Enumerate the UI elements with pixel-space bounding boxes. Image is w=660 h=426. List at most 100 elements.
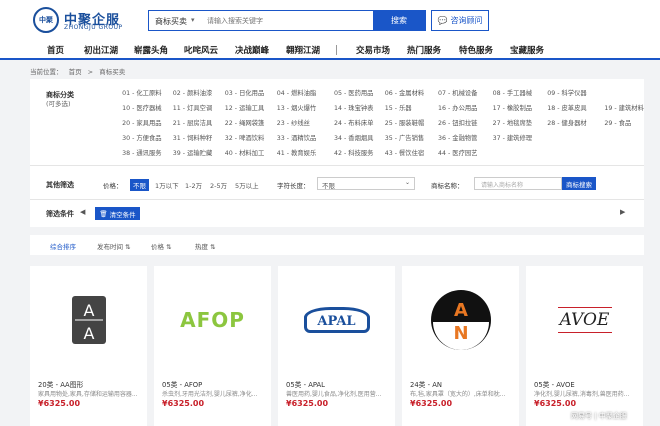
category-option[interactable]: 25 - 服装鞋帽: [385, 118, 424, 127]
breadcrumb-sep: >: [87, 68, 94, 76]
nav-item-4[interactable]: 决战巅峰: [235, 44, 269, 56]
category-option[interactable]: 41 - 教育娱乐: [277, 148, 316, 157]
category-option[interactable]: 07 - 机械设备: [438, 88, 477, 97]
product-desc: 布,毡,家具罩（宽大的）,床单和枕...: [410, 391, 506, 398]
category-option[interactable]: 43 - 餐饮住宿: [385, 148, 424, 157]
product-card[interactable]: AVOE 05类 - AVOE 净化剂,婴儿尿裤,消毒剂,兽医用药... ¥63…: [526, 266, 643, 426]
category-option[interactable]: 24 - 布料床单: [334, 118, 373, 127]
category-option[interactable]: 15 - 乐器: [385, 103, 412, 112]
category-option[interactable]: 03 - 日化用品: [225, 88, 264, 97]
category-option[interactable]: 19 - 建筑材料: [604, 103, 643, 112]
nav-item-5[interactable]: 翱翔江湖: [286, 44, 320, 56]
product-desc: 家具用物处,家具,存储和运输用容器...: [38, 391, 138, 398]
nav-item-market[interactable]: 交易市场: [356, 44, 390, 56]
category-option[interactable]: 44 - 医疗园艺: [438, 148, 477, 157]
nav-item-feature[interactable]: 特色服务: [459, 44, 493, 56]
category-option[interactable]: 17 - 橡胶制品: [493, 103, 532, 112]
price-option-any[interactable]: 不限: [130, 179, 149, 191]
category-option[interactable]: 01 - 化工原料: [122, 88, 161, 97]
sort-price[interactable]: 价格 ⇅: [151, 241, 172, 251]
category-option[interactable]: 27 - 地毯席垫: [493, 118, 532, 127]
category-option[interactable]: 26 - 钮扣拉链: [438, 118, 477, 127]
product-card[interactable]: A N 24类 - AN 布,毡,家具罩（宽大的）,床单和枕... ¥6325.…: [402, 266, 519, 426]
category-sublabel: (可多选): [46, 100, 71, 108]
product-card[interactable]: A A 20类 - AA图形 家具用物处,家具,存储和运输用容器... ¥632…: [30, 266, 147, 426]
category-option[interactable]: 16 - 办公用品: [438, 103, 477, 112]
consult-button[interactable]: 💬 咨询顾问: [431, 10, 489, 31]
product-logo-text: AFOP: [180, 308, 245, 332]
condition-label: 筛选条件: [46, 210, 74, 218]
product-card[interactable]: AFOP 05类 - AFOP 杀虫剂,牙用光洁剂,婴儿尿裤,净化... ¥63…: [154, 266, 271, 426]
price-option-3[interactable]: 2-5万: [210, 180, 227, 190]
product-desc: 兽医用药,婴儿食品,净化剂,医用营...: [286, 391, 382, 398]
category-option[interactable]: 23 - 纱线丝: [277, 118, 310, 127]
category-option[interactable]: 32 - 啤酒饮料: [225, 133, 264, 142]
sort-bar: 综合排序 发布时间 ⇅ 价格 ⇅ 热度 ⇅: [30, 235, 644, 255]
category-option[interactable]: 12 - 运输工具: [225, 103, 264, 112]
category-option[interactable]: 06 - 金属材料: [385, 88, 424, 97]
sort-default[interactable]: 综合排序: [50, 241, 76, 251]
scroll-right-icon[interactable]: ▶: [620, 208, 625, 216]
category-option[interactable]: 35 - 广告销售: [385, 133, 424, 142]
scroll-left-icon[interactable]: ◀: [80, 208, 85, 216]
product-title: 20类 - AA图形: [38, 381, 84, 389]
category-option[interactable]: 11 - 灯具空调: [173, 103, 212, 112]
category-option[interactable]: 02 - 颜料油漆: [173, 88, 212, 97]
category-option[interactable]: 40 - 材料加工: [225, 148, 264, 157]
category-option[interactable]: 14 - 珠宝钟表: [334, 103, 373, 112]
category-option[interactable]: 36 - 金融物管: [438, 133, 477, 142]
name-input[interactable]: 请输入商标名称: [474, 177, 562, 190]
nav-item-1[interactable]: 初出江湖: [84, 44, 118, 56]
sort-heat[interactable]: 热度 ⇅: [195, 241, 216, 251]
product-price: ¥6325.00: [534, 399, 577, 408]
price-option-4[interactable]: 5万以上: [235, 180, 259, 190]
category-option[interactable]: 05 - 医药用品: [334, 88, 373, 97]
search-input[interactable]: [207, 13, 367, 28]
category-option[interactable]: 29 - 食品: [604, 118, 631, 127]
category-option[interactable]: 09 - 科学仪器: [547, 88, 586, 97]
category-option[interactable]: 28 - 健身器材: [547, 118, 586, 127]
length-value: 不限: [322, 182, 335, 190]
logo-icon[interactable]: 中聚: [33, 7, 59, 33]
category-option[interactable]: 42 - 科技服务: [334, 148, 373, 157]
price-option-2[interactable]: 1-2万: [185, 180, 202, 190]
nav-item-treasure[interactable]: 宝藏服务: [510, 44, 544, 56]
category-option[interactable]: 34 - 香烟烟具: [334, 133, 373, 142]
category-option[interactable]: 20 - 家具用品: [122, 118, 161, 127]
clear-conditions-button[interactable]: 🗑 清空条件: [95, 207, 140, 220]
category-option[interactable]: 22 - 绳网袋篷: [225, 118, 264, 127]
nav-item-hot[interactable]: 热门服务: [407, 44, 441, 56]
product-logo-apal: APAL: [278, 266, 395, 374]
search-category-select[interactable]: 商标买卖: [155, 16, 187, 27]
product-title: 05类 - AFOP: [162, 381, 203, 389]
product-logo-afop: AFOP: [154, 266, 271, 374]
category-option[interactable]: 18 - 皮革皮具: [547, 103, 586, 112]
breadcrumb-prefix: 当前位置：: [30, 68, 63, 76]
svg-text:A: A: [83, 324, 94, 343]
nav-item-home[interactable]: 首页: [47, 44, 64, 56]
product-desc: 净化剂,婴儿尿裤,消毒剂,兽医用药...: [534, 391, 630, 398]
chevron-down-icon[interactable]: ▾: [191, 16, 195, 24]
name-search-button[interactable]: 商标搜索: [562, 177, 596, 190]
category-option[interactable]: 10 - 医疗器械: [122, 103, 161, 112]
price-option-1[interactable]: 1万以下: [155, 180, 179, 190]
breadcrumb-home[interactable]: 首页: [69, 68, 82, 76]
length-select[interactable]: 不限 ⌄: [317, 177, 415, 190]
category-option[interactable]: 31 - 饲料种籽: [173, 133, 212, 142]
nav-item-3[interactable]: 叱咤风云: [184, 44, 218, 56]
category-option[interactable]: 37 - 建筑修理: [493, 133, 532, 142]
category-option[interactable]: 33 - 酒精饮品: [277, 133, 316, 142]
category-option[interactable]: 21 - 厨房洁具: [173, 118, 212, 127]
nav-item-2[interactable]: 崭露头角: [134, 44, 168, 56]
product-card[interactable]: APAL 05类 - APAL 兽医用药,婴儿食品,净化剂,医用营... ¥63…: [278, 266, 395, 426]
category-option[interactable]: 04 - 燃料油脂: [277, 88, 316, 97]
product-price: ¥6325.00: [286, 399, 329, 408]
category-option[interactable]: 30 - 方便食品: [122, 133, 161, 142]
search-button[interactable]: 搜索: [373, 11, 425, 30]
category-option[interactable]: 08 - 手工器械: [493, 88, 532, 97]
category-option[interactable]: 38 - 通讯服务: [122, 148, 161, 157]
category-option[interactable]: 39 - 运输贮藏: [173, 148, 212, 157]
category-option[interactable]: 13 - 烟火爆竹: [277, 103, 316, 112]
logo-subtext: ZHONGJU GROUP: [64, 24, 123, 31]
sort-time[interactable]: 发布时间 ⇅: [97, 241, 131, 251]
